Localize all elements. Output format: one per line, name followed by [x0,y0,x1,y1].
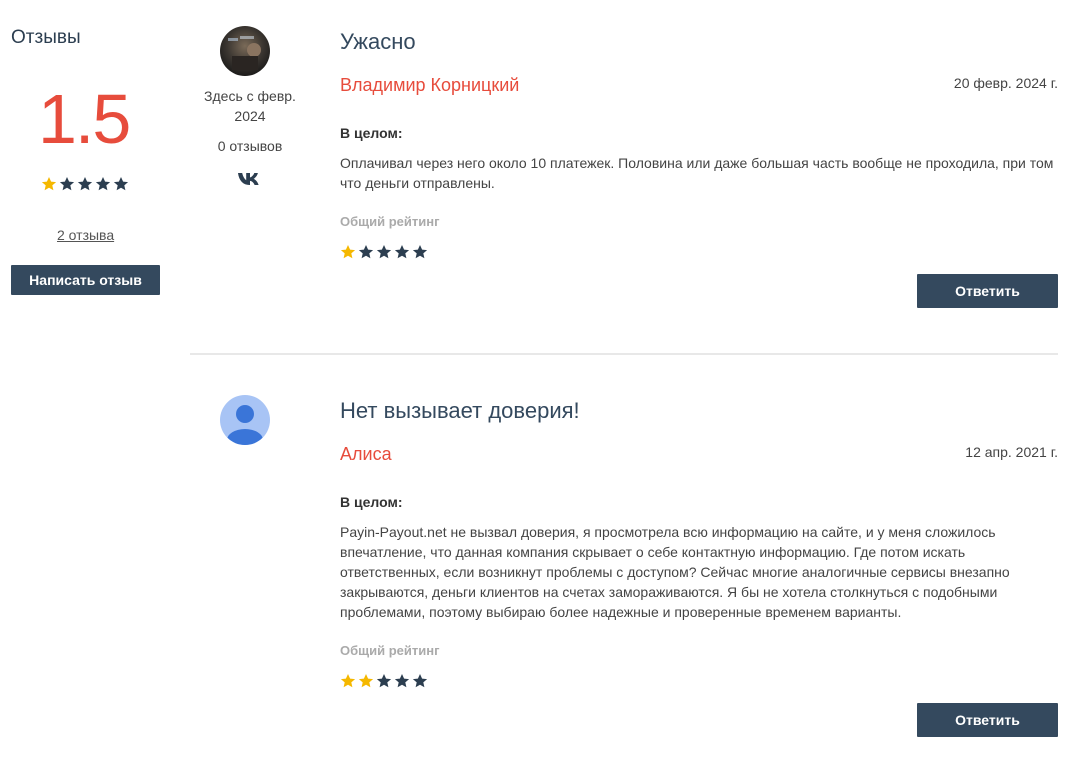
star-empty-icon [376,674,392,688]
review-text: Оплачивал через него около 10 платежек. … [340,155,1054,191]
average-stars [41,176,129,192]
star-empty-icon [394,245,410,259]
review-author[interactable]: Алиса [340,444,392,465]
review-text: Payin-Payout.net не вызвал доверия, я пр… [340,524,1010,620]
review-stars [340,673,428,689]
review-author[interactable]: Владимир Корницкий [340,75,519,96]
star-empty-icon [376,245,392,259]
review-date: 12 апр. 2021 г. [965,444,1058,460]
avatar[interactable] [220,395,270,445]
review-card: Нет вызывает доверия! Алиса 12 апр. 2021… [190,355,1058,776]
rating-label: Общий рейтинг [340,214,440,229]
avatar[interactable] [220,26,270,76]
sidebar-title: Отзывы [11,27,81,48]
star-filled-icon [358,674,374,688]
star-empty-icon [59,177,75,191]
review-card: Здесь с февр. 2024 0 отзывов Ужасно Влад… [190,0,1058,353]
write-review-button[interactable]: Написать отзыв [11,265,160,295]
star-filled-icon [340,674,356,688]
author-reviews-count: 0 отзывов [217,138,283,154]
review-title: Ужасно [340,29,416,54]
overall-label: В целом: [340,494,403,510]
reply-button[interactable]: Ответить [917,703,1058,737]
star-filled-icon [41,177,57,191]
star-filled-icon [340,245,356,259]
star-empty-icon [77,177,93,191]
average-score: 1.5 [38,80,131,158]
review-date: 20 февр. 2024 г. [953,75,1058,91]
rating-label: Общий рейтинг [340,643,440,658]
star-empty-icon [113,177,129,191]
reviews-count-link[interactable]: 2 отзыва [57,227,114,243]
star-empty-icon [358,245,374,259]
star-empty-icon [412,245,428,259]
review-stars [340,244,428,260]
member-since: Здесь с февр. 2024 [204,88,296,124]
overall-label: В целом: [340,125,403,141]
star-empty-icon [412,674,428,688]
review-title: Нет вызывает доверия! [340,398,580,423]
star-empty-icon [95,177,111,191]
vk-icon[interactable] [237,171,263,192]
star-empty-icon [394,674,410,688]
reply-button[interactable]: Ответить [917,274,1058,308]
